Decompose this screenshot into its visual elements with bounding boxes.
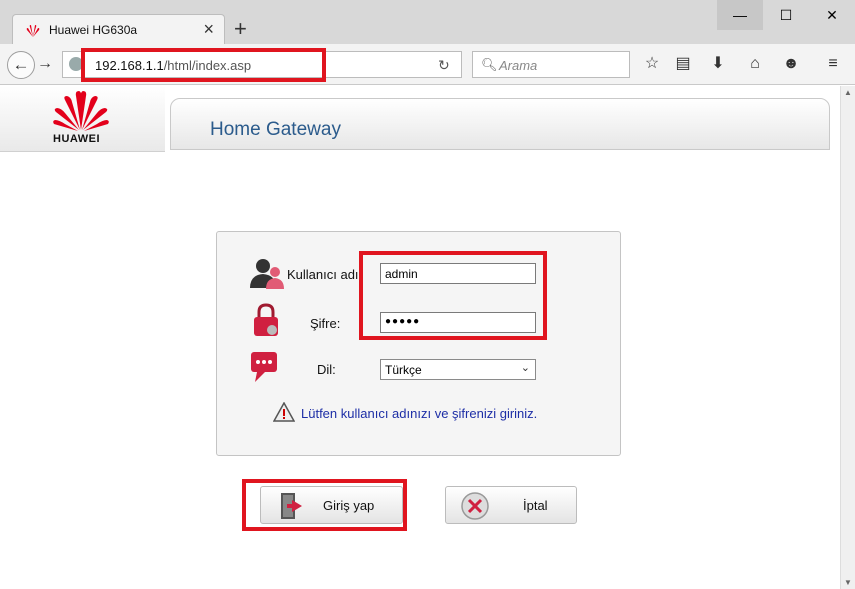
login-highlight-box bbox=[242, 479, 407, 531]
cancel-x-icon bbox=[461, 492, 489, 520]
scroll-up-icon[interactable]: ▲ bbox=[844, 88, 852, 97]
search-input[interactable]: Arama bbox=[499, 58, 537, 73]
back-button[interactable]: ← bbox=[7, 51, 35, 79]
chat-bubble-icon bbox=[251, 352, 277, 382]
new-tab-button[interactable]: + bbox=[234, 17, 247, 41]
vertical-scrollbar[interactable]: ▲ ▼ bbox=[840, 86, 855, 589]
home-icon[interactable]: ⌂ bbox=[744, 54, 766, 74]
chevron-down-icon: ⌄ bbox=[520, 362, 530, 374]
smiley-icon[interactable]: ☻ bbox=[780, 54, 802, 74]
user-icon bbox=[250, 259, 284, 289]
password-label: Şifre: bbox=[310, 316, 341, 331]
language-label: Dil: bbox=[317, 362, 336, 377]
huawei-logo bbox=[53, 91, 109, 131]
language-selected: Türkçe bbox=[385, 363, 422, 377]
menu-icon[interactable]: ≡ bbox=[822, 54, 844, 74]
tab-title: Huawei HG630a bbox=[49, 23, 138, 37]
cancel-button[interactable]: İptal bbox=[445, 486, 577, 524]
url-highlight-box bbox=[81, 48, 326, 82]
reading-list-icon[interactable]: ▤ bbox=[672, 54, 694, 74]
huawei-logo-icon bbox=[26, 25, 40, 37]
search-box[interactable]: 🔍︎ Arama bbox=[472, 51, 630, 78]
forward-button[interactable]: → bbox=[37, 55, 53, 73]
arrow-right-icon: → bbox=[37, 55, 53, 72]
tab-close-icon[interactable]: × bbox=[203, 19, 214, 39]
bookmark-star-icon[interactable]: ☆ bbox=[641, 54, 663, 74]
download-icon[interactable]: ⬇ bbox=[707, 54, 729, 74]
username-label: Kullanıcı adı bbox=[287, 267, 359, 282]
close-window-button[interactable]: ✕ bbox=[809, 0, 855, 30]
credentials-highlight-box bbox=[359, 251, 547, 340]
minimize-button[interactable]: — bbox=[717, 0, 763, 30]
lock-icon bbox=[254, 303, 278, 336]
warning-icon bbox=[273, 402, 295, 422]
cancel-button-label: İptal bbox=[523, 498, 548, 513]
title-bar: Huawei HG630a × + — ☐ ✕ bbox=[0, 0, 855, 46]
reload-icon[interactable]: ↻ bbox=[438, 57, 450, 74]
arrow-left-icon: ← bbox=[12, 55, 30, 74]
maximize-button[interactable]: ☐ bbox=[763, 0, 809, 30]
scroll-down-icon[interactable]: ▼ bbox=[844, 578, 852, 587]
header-panel: Home Gateway bbox=[170, 98, 830, 150]
browser-tab[interactable]: Huawei HG630a × bbox=[12, 14, 225, 46]
page-title: Home Gateway bbox=[210, 119, 341, 140]
logo-area: HUAWEI bbox=[0, 86, 165, 152]
language-select[interactable]: Türkçe ⌄ bbox=[380, 359, 536, 380]
login-hint: Lütfen kullanıcı adınızı ve şifrenizi gi… bbox=[301, 406, 538, 421]
search-icon: 🔍︎ bbox=[481, 57, 498, 72]
brand-name: HUAWEI bbox=[53, 133, 100, 145]
